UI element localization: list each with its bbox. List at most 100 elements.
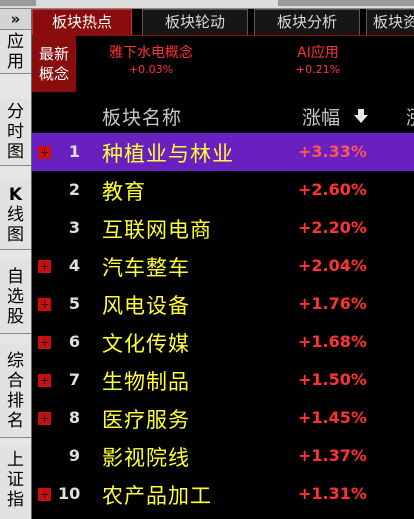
row-change: +2.60%	[298, 180, 367, 199]
expand-plus-icon[interactable]	[38, 146, 51, 159]
sidebar-item-char: 自	[7, 266, 24, 287]
tab-bar: 板块热点 板块轮动 板块分析 板块资	[32, 9, 414, 36]
expand-plus-icon[interactable]	[38, 374, 51, 387]
row-change: +1.31%	[298, 484, 367, 503]
ticker-change: +0.03%	[128, 63, 174, 76]
sidebar-item-char: 合	[7, 370, 24, 391]
sidebar-item-char: 分	[7, 101, 24, 122]
sidebar-item-ranking[interactable]: 综 合 排 名	[0, 344, 31, 438]
table-row[interactable]: 7 生物制品 +1.50%	[32, 361, 414, 399]
table-row[interactable]: 3 互联网电商 +2.20%	[32, 209, 414, 247]
row-rank: 6	[68, 332, 80, 351]
expand-label: »	[10, 10, 21, 28]
expand-plus-icon[interactable]	[38, 298, 51, 311]
sidebar-item-char: 名	[7, 410, 24, 431]
sidebar-item-char: 图	[7, 224, 24, 245]
expand-plus-icon[interactable]	[38, 412, 51, 425]
latest-concepts-label: 最新 概念	[32, 36, 76, 92]
row-sector-name: 医疗服务	[102, 408, 190, 432]
sidebar-item-char: 用	[7, 51, 24, 72]
row-change: +1.76%	[298, 294, 367, 313]
ticker-name: AI应用	[297, 45, 339, 61]
expand-sidebar-button[interactable]: »	[0, 9, 31, 30]
top-toolbar-strip	[0, 0, 414, 9]
ticker-change: +0.21%	[295, 63, 341, 76]
tab-label: 板块轮动	[164, 13, 225, 31]
tab-sector-capital[interactable]: 板块资	[366, 9, 414, 35]
table-row[interactable]: 10 农产品加工 +1.31%	[32, 475, 414, 513]
expand-plus-icon[interactable]	[38, 260, 51, 273]
tab-sector-analysis[interactable]: 板块分析	[254, 9, 360, 35]
sidebar-item-char: 证	[7, 470, 24, 490]
tab-label: 板块热点	[51, 13, 112, 31]
tab-label: 板块资	[373, 13, 414, 31]
ticker-name: 雅下水电概念	[109, 45, 193, 61]
sidebar-item-char: 应	[7, 31, 24, 52]
column-header-change[interactable]: 涨幅	[302, 103, 340, 130]
row-rank: 8	[68, 408, 80, 427]
row-sector-name: 种植业与林业	[102, 142, 234, 166]
ticker-item[interactable]: AI应用 +0.21%	[288, 44, 348, 78]
row-sector-name: 文化传媒	[102, 332, 190, 356]
column-header-extra[interactable]: 涨	[406, 103, 414, 130]
latest-label-line2: 概念	[38, 65, 69, 83]
row-change: +3.33%	[298, 142, 367, 161]
row-rank: 4	[68, 256, 80, 275]
sidebar-item-char: 图	[7, 141, 24, 162]
sidebar-item-app[interactable]: 应 用	[0, 30, 31, 74]
table-row[interactable]: 5 风电设备 +1.76%	[32, 285, 414, 323]
table-header: 板块名称 涨幅 涨	[32, 97, 414, 133]
row-sector-name: 风电设备	[102, 294, 190, 318]
row-rank: 9	[68, 446, 80, 465]
row-sector-name: 生物制品	[102, 370, 190, 394]
row-change: +1.37%	[298, 446, 367, 465]
row-sector-name: 互联网电商	[102, 218, 212, 242]
sidebar-item-kline-chart[interactable]: K 线 图	[0, 180, 31, 250]
sidebar-item-char: 时	[7, 121, 24, 142]
side-navigation: » 应 用 分 时 图 K 线 图 自 选 股 综 合 排 名 上 证 指	[0, 9, 32, 519]
table-row[interactable]: 9 影视院线 +1.37%	[32, 437, 414, 475]
row-sector-name: 汽车整车	[102, 256, 190, 280]
row-rank: 1	[68, 142, 80, 161]
row-rank: 10	[58, 484, 81, 503]
table-row[interactable]: 1 种植业与林业 +3.33%	[32, 133, 414, 171]
row-sector-name: 影视院线	[102, 446, 190, 470]
row-rank: 3	[68, 218, 80, 237]
table-row[interactable]: 6 文化传媒 +1.68%	[32, 323, 414, 361]
table-row[interactable]: 8 医疗服务 +1.45%	[32, 399, 414, 437]
sort-descending-icon[interactable]	[354, 109, 368, 123]
latest-label-line1: 最新	[38, 45, 69, 63]
row-rank: 5	[68, 294, 80, 313]
row-change: +2.20%	[298, 218, 367, 237]
row-change: +1.45%	[298, 408, 367, 427]
row-rank: 2	[68, 180, 80, 199]
tab-label: 板块分析	[276, 13, 337, 31]
row-change: +1.68%	[298, 332, 367, 351]
sector-hotspot-window: » 应 用 分 时 图 K 线 图 自 选 股 综 合 排 名 上 证 指 板块…	[0, 0, 414, 519]
tab-sector-rotation[interactable]: 板块轮动	[142, 9, 248, 35]
toolbar-fragment	[278, 0, 414, 6]
sidebar-item-char: 上	[7, 450, 24, 470]
sidebar-item-char: 股	[7, 306, 24, 327]
tab-sector-hotspot[interactable]: 板块热点	[32, 9, 132, 35]
table-row[interactable]: 4 汽车整车 +2.04%	[32, 247, 414, 285]
sidebar-item-char: 线	[7, 204, 24, 225]
ticker-item[interactable]: 雅下水电概念 +0.03%	[96, 44, 206, 78]
row-change: +2.04%	[298, 256, 367, 275]
sidebar-item-char: K	[8, 184, 23, 205]
row-rank: 7	[68, 370, 80, 389]
sidebar-item-watchlist[interactable]: 自 选 股	[0, 260, 31, 334]
expand-plus-icon[interactable]	[38, 336, 51, 349]
sidebar-item-char: 指	[7, 490, 24, 510]
sidebar-item-char: 综	[7, 350, 24, 371]
table-row[interactable]: 2 教育 +2.60%	[32, 171, 414, 209]
sidebar-item-char: 排	[7, 390, 24, 411]
toolbar-fragment	[0, 0, 36, 6]
sidebar-item-sh-index[interactable]: 上 证 指	[0, 446, 31, 519]
row-change: +1.50%	[298, 370, 367, 389]
expand-plus-icon[interactable]	[38, 488, 51, 501]
column-header-sector-name[interactable]: 板块名称	[102, 103, 182, 130]
latest-concepts-row: 最新 概念 雅下水电概念 +0.03% AI应用 +0.21%	[32, 36, 414, 92]
row-sector-name: 教育	[102, 180, 146, 204]
sidebar-item-minute-chart[interactable]: 分 时 图	[0, 98, 31, 166]
